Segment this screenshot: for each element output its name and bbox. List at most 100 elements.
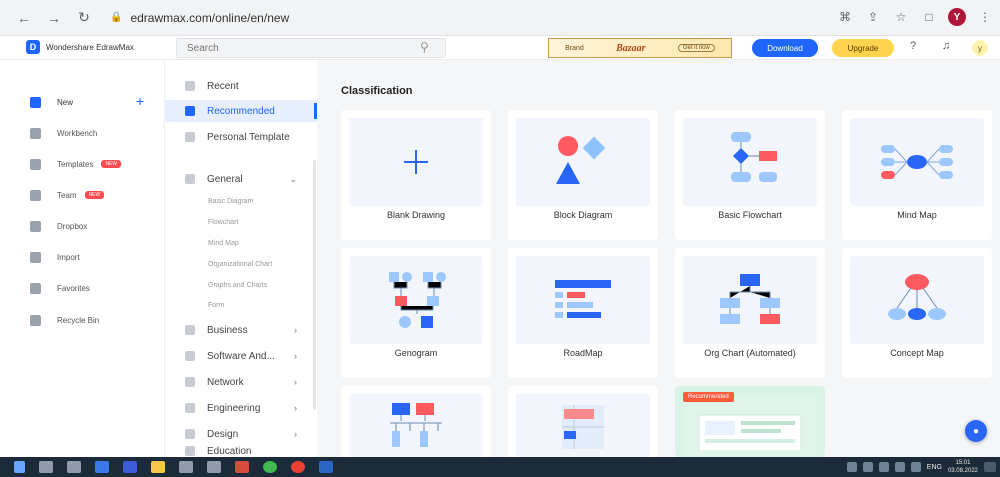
app-icon[interactable] [95,461,109,473]
template-card-genogram[interactable]: Genogram [341,248,491,378]
subcategory-flowchart[interactable]: Flowchart [208,219,238,226]
category-panel: Recent Recommended Personal Template Gen… [165,60,317,457]
volume-icon[interactable] [910,462,921,472]
card-thumbnail [516,256,650,344]
tray-icon[interactable] [846,462,857,472]
brand[interactable]: D Wondershare EdrawMax [26,40,134,54]
zoom-icon[interactable] [123,461,137,473]
sidebar-item-label: Templates [57,159,94,169]
subcategory-org-chart[interactable]: Organizational Chart [208,261,272,268]
recommend-icon [185,106,195,116]
subcategory-graphs-charts[interactable]: Graphs and Charts [208,282,267,289]
main-content: Classification Blank Drawing Block Diagr… [317,60,1000,457]
search-icon[interactable]: ⚲ [420,40,429,54]
upgrade-button[interactable]: Upgrade [832,39,894,57]
address-bar[interactable]: 🔒 edrawmax.com/online/en/new [110,6,289,30]
sidebar-item-import[interactable]: Import [30,250,80,264]
calculator-icon[interactable] [207,461,221,473]
category-label: Network [207,376,244,388]
sidebar-item-workbench[interactable]: Workbench [30,126,97,140]
tray-icon[interactable] [878,462,889,472]
app-icon[interactable] [179,461,193,473]
chat-support-button[interactable]: ● [965,420,987,442]
category-personal-template[interactable]: Personal Template [165,126,317,148]
folder-icon[interactable] [151,461,165,473]
category-design[interactable]: Design › [165,423,317,445]
card-label: Blank Drawing [386,210,446,220]
edrawmax-logo-icon: D [26,40,40,54]
lock-icon: 🔒 [110,12,123,23]
notification-icon[interactable] [984,462,996,472]
template-card-basic-flowchart[interactable]: Basic Flowchart [675,110,825,240]
template-card-concept-map[interactable]: Concept Map [842,248,992,378]
download-button[interactable]: Download [752,39,818,57]
category-engineering[interactable]: Engineering › [165,397,317,419]
subcategory-form[interactable]: Form [208,302,224,309]
subcategory-basic-diagram[interactable]: Basic Diagram [208,198,254,205]
card-label: Concept Map [890,348,944,358]
search-icon[interactable] [39,461,53,473]
sidebar-item-new[interactable]: New [30,95,73,109]
new-badge: NEW [84,191,105,199]
category-education[interactable]: Education [165,446,317,457]
genogram-icon [389,272,446,328]
category-recommended[interactable]: Recommended [165,100,317,122]
translate-icon[interactable]: ⌘ [836,6,854,28]
sidebar-item-templates[interactable]: Templates NEW [30,157,122,171]
language-indicator[interactable]: ENG [927,464,942,471]
chrome-icon[interactable] [291,461,305,473]
template-card-org-chart[interactable]: Org Chart (Automated) [675,248,825,378]
sidebar-item-team[interactable]: Team NEW [30,188,105,202]
cloud-icon [30,127,41,139]
template-card-block-diagram[interactable]: Block Diagram [508,110,658,240]
template-card-roadmap[interactable]: RoadMap [508,248,658,378]
category-recent[interactable]: Recent [165,75,317,97]
category-business[interactable]: Business › [165,319,317,341]
clock[interactable]: 15:01 03.08.2022 [948,459,978,475]
menu-icon[interactable]: ⋮ [976,6,994,28]
import-icon [30,251,41,263]
sidebar-item-favorites[interactable]: Favorites [30,281,90,295]
dropbox-icon [30,220,41,232]
star-icon[interactable]: ☆ [892,6,910,28]
sidebar-item-recycle-bin[interactable]: Recycle Bin [30,313,99,327]
window-icon[interactable]: □ [920,6,938,28]
forward-icon[interactable]: → [42,6,66,30]
org-chart-icon [720,274,780,324]
task-view-icon[interactable] [67,461,81,473]
category-label: General [207,173,243,185]
bell-icon[interactable]: ♫ [942,40,950,52]
profile-avatar[interactable]: Y [948,8,966,26]
search-input[interactable] [176,38,446,58]
category-scrollbar[interactable] [313,160,316,410]
reload-icon[interactable]: ↻ [72,6,96,30]
category-network[interactable]: Network › [165,371,317,393]
flowchart-icon [731,132,777,182]
word-icon[interactable] [319,461,333,473]
template-card-recommended[interactable]: Recommended [675,386,825,457]
app-icon[interactable] [235,461,249,473]
template-card-tree[interactable] [341,386,491,457]
help-icon[interactable]: ? [910,40,916,52]
browser-toolbar: ← → ↻ 🔒 edrawmax.com/online/en/new ⌘ ⇪ ☆… [0,0,1000,36]
promo-banner[interactable]: Brand Bazaar Get it now [548,38,732,58]
sidebar-item-label: New [57,97,74,107]
template-card-swimlane[interactable] [508,386,658,457]
back-icon[interactable]: ← [12,6,36,30]
category-general[interactable]: General ⌄ [165,168,317,190]
plus-icon[interactable]: + [136,93,144,109]
user-avatar[interactable]: y [972,40,988,56]
windows-start-icon[interactable] [14,461,25,473]
general-icon [185,174,195,184]
template-card-blank-drawing[interactable]: Blank Drawing [341,110,491,240]
subcategory-mind-map[interactable]: Mind Map [208,240,239,247]
trash-icon [30,314,41,326]
app-icon[interactable] [263,461,277,473]
category-software[interactable]: Software And... › [165,345,317,367]
card-thumbnail [349,394,483,457]
wifi-icon[interactable] [894,462,905,472]
share-icon[interactable]: ⇪ [864,6,882,28]
template-card-mind-map[interactable]: Mind Map [842,110,992,240]
tray-icon[interactable] [862,462,873,472]
sidebar-item-dropbox[interactable]: Dropbox [30,219,87,233]
